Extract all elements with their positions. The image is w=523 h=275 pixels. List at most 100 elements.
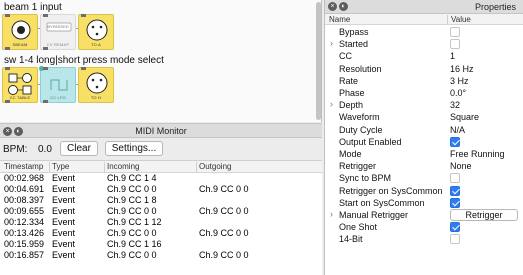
table-row[interactable]: 00:16.857 Event Ch.9 CC 0 0 Ch.9 CC 0 0: [0, 250, 322, 261]
property-name: Started: [339, 39, 369, 50]
property-checkbox[interactable]: [450, 185, 460, 196]
property-row-resolution[interactable]: Resolution 16 Hz: [325, 63, 523, 75]
property-name: One Shot: [339, 222, 378, 233]
outlet[interactable]: [43, 100, 48, 103]
property-value[interactable]: Square: [450, 112, 479, 122]
disclosure-chevron-icon[interactable]: ›: [330, 99, 333, 109]
property-name: Bypass: [339, 27, 369, 37]
property-row-14-bit[interactable]: 14-Bit: [325, 233, 523, 245]
property-row-waveform[interactable]: Waveform Square: [325, 111, 523, 123]
column-name[interactable]: Name: [329, 15, 350, 24]
bpm-value: 0.0: [38, 144, 52, 155]
property-value[interactable]: 16 Hz: [450, 64, 474, 74]
midi-event-table[interactable]: Timestamp Type Incoming Outgoing 00:02.9…: [0, 160, 322, 275]
property-name: Waveform: [339, 112, 380, 123]
property-value[interactable]: 32: [450, 100, 460, 110]
property-row-cc[interactable]: CC 1: [325, 50, 523, 62]
table-row[interactable]: 00:12.334 Event Ch.9 CC 1 12: [0, 217, 322, 228]
property-name: Retrigger: [339, 161, 377, 172]
property-row-start-on-syscommon[interactable]: Start on SysCommon: [325, 197, 523, 209]
outlet[interactable]: [5, 47, 10, 50]
table-header: Timestamp Type Incoming Outgoing: [0, 161, 322, 173]
property-value[interactable]: 0.0°: [450, 88, 466, 98]
table-row[interactable]: 00:08.397 Event Ch.9 CC 1 8: [0, 195, 322, 206]
node-to-a[interactable]: TO A: [78, 14, 114, 50]
property-row-duty-cycle[interactable]: Duty Cycle N/A: [325, 124, 523, 136]
column-incoming[interactable]: Incoming: [107, 162, 139, 171]
scrollbar-thumb[interactable]: [316, 2, 321, 120]
property-name: Manual Retrigger: [339, 210, 409, 220]
detach-icon[interactable]: ◐: [339, 2, 348, 11]
bypassed-badge: BYPASSED: [47, 24, 69, 29]
midi-monitor-title: MIDI Monitor: [135, 126, 187, 136]
property-row-one-shot[interactable]: One Shot: [325, 221, 523, 233]
node-to-h[interactable]: TO H: [78, 67, 114, 103]
clear-button[interactable]: Clear: [60, 141, 98, 156]
property-name: CC: [339, 51, 352, 62]
property-value[interactable]: 3 Hz: [450, 76, 469, 86]
column-outgoing[interactable]: Outgoing: [199, 162, 231, 171]
property-row-started[interactable]: › Started: [325, 38, 523, 50]
node-cc-lfo[interactable]: CC LFO: [39, 66, 76, 103]
property-checkbox[interactable]: [450, 197, 460, 208]
column-timestamp[interactable]: Timestamp: [4, 162, 43, 171]
property-row-bypass[interactable]: Bypass: [325, 26, 523, 38]
disclosure-chevron-icon[interactable]: ›: [330, 209, 333, 219]
table-row[interactable]: 00:04.691 Event Ch.9 CC 0 0 Ch.9 CC 0 0: [0, 184, 322, 195]
property-row-sync-to-bpm[interactable]: Sync to BPM: [325, 172, 523, 184]
properties-titlebar: × ◐ Properties: [325, 0, 523, 14]
midi-monitor-toolbar: BPM: 0.0 Clear Settings...: [0, 138, 322, 160]
midi-monitor-titlebar: × ◐ MIDI Monitor: [0, 123, 322, 138]
property-row-output-enabled[interactable]: Output Enabled: [325, 136, 523, 148]
property-checkbox[interactable]: [450, 39, 460, 50]
property-name: Duty Cycle: [339, 124, 383, 135]
disclosure-chevron-icon[interactable]: ›: [330, 38, 333, 48]
table-row[interactable]: 00:09.655 Event Ch.9 CC 0 0 Ch.9 CC 0 0: [0, 206, 322, 217]
property-row-manual-retrigger[interactable]: › Manual Retrigger Retrigger: [325, 209, 523, 221]
property-value[interactable]: Free Running: [450, 149, 505, 159]
property-checkbox[interactable]: [450, 27, 460, 37]
property-row-retrigger[interactable]: Retrigger None: [325, 160, 523, 172]
property-value[interactable]: N/A: [450, 125, 465, 135]
property-name: Retrigger on SysCommon: [339, 185, 443, 196]
property-row-phase[interactable]: Phase 0.0°: [325, 87, 523, 99]
property-row-retrigger-on-syscommon[interactable]: Retrigger on SysCommon: [325, 185, 523, 197]
patcher-canvas[interactable]: beam 1 input SBEAM BYPASSED CV REMAP TO …: [0, 0, 322, 122]
table-row[interactable]: 00:02.968 Event Ch.9 CC 1 4: [0, 173, 322, 184]
property-row-mode[interactable]: Mode Free Running: [325, 148, 523, 160]
property-name: Resolution: [339, 63, 382, 74]
property-checkbox[interactable]: [450, 222, 460, 233]
node-cc-table[interactable]: CC TABLE: [2, 67, 38, 103]
property-name: Rate: [339, 75, 359, 86]
close-icon[interactable]: ×: [328, 2, 337, 11]
comment-beam-input: beam 1 input: [4, 2, 62, 13]
node-cv-remap[interactable]: BYPASSED CV REMAP: [40, 14, 76, 50]
properties-title: Properties: [474, 2, 516, 12]
properties-header: Name Value: [325, 14, 523, 25]
canvas-scrollbar[interactable]: [316, 2, 321, 120]
property-value[interactable]: 1: [450, 51, 455, 61]
retrigger-button[interactable]: Retrigger: [450, 209, 518, 221]
properties-panel: × ◐ Properties Name Value Bypass › Started…: [324, 0, 523, 275]
property-checkbox[interactable]: [450, 173, 460, 184]
settings-button[interactable]: Settings...: [105, 141, 163, 156]
property-checkbox[interactable]: [450, 234, 460, 245]
bpm-label: BPM:: [3, 144, 28, 155]
column-value[interactable]: Value: [451, 15, 471, 24]
table-row[interactable]: 00:15.959 Event Ch.9 CC 1 16: [0, 239, 322, 250]
property-value[interactable]: None: [450, 161, 472, 171]
outlet[interactable]: [5, 100, 10, 103]
property-name: Mode: [339, 149, 362, 159]
property-name: Phase: [339, 88, 365, 98]
property-name: Sync to BPM: [339, 173, 392, 184]
node-sbeam[interactable]: SBEAM: [2, 14, 38, 50]
column-type[interactable]: Type: [52, 162, 69, 171]
property-name: Output Enabled: [339, 136, 402, 147]
table-row[interactable]: 00:13.426 Event Ch.9 CC 0 0 Ch.9 CC 0 0: [0, 228, 322, 239]
outlet[interactable]: [43, 47, 48, 50]
comment-press-mode: sw 1-4 long|short press mode select: [4, 55, 164, 66]
property-name: 14-Bit: [339, 234, 363, 245]
property-row-depth[interactable]: › Depth 32: [325, 99, 523, 111]
property-checkbox[interactable]: [450, 136, 460, 147]
property-row-rate[interactable]: Rate 3 Hz: [325, 75, 523, 87]
